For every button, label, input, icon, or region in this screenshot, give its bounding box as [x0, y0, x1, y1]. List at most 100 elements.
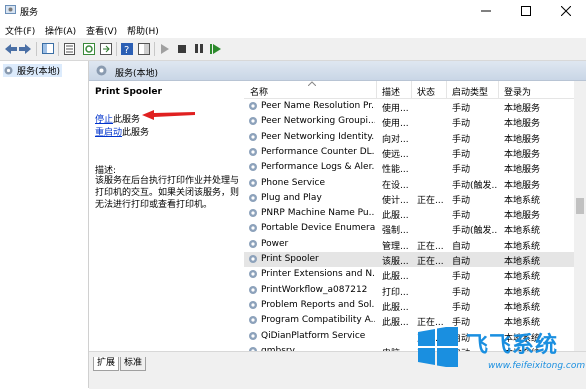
- service-logon-cell: 本地服务: [504, 180, 541, 191]
- service-gear-icon: [249, 178, 257, 187]
- properties-button[interactable]: [63, 42, 76, 55]
- help-icon: ?: [120, 42, 133, 55]
- menu-view[interactable]: 查看(V): [86, 24, 117, 37]
- services-gear-icon: [96, 65, 107, 76]
- column-separator[interactable]: [446, 81, 447, 98]
- menu-file[interactable]: 文件(F): [5, 24, 35, 37]
- restart-icon: [210, 43, 221, 54]
- service-logon-cell: 本地服务: [504, 119, 541, 130]
- service-row[interactable]: PrintWorkflow_a087212 打印... 手动 本地系统: [244, 283, 574, 298]
- service-gear-icon: [249, 163, 257, 172]
- start-service-button[interactable]: [158, 42, 171, 55]
- services-gear-icon: [4, 66, 13, 75]
- column-separator[interactable]: [376, 81, 377, 98]
- forward-arrow-icon: [18, 43, 31, 54]
- service-name-cell: Portable Device Enumera...: [261, 223, 375, 234]
- service-gear-icon: [249, 102, 257, 110]
- forward-button[interactable]: [18, 42, 31, 55]
- service-row[interactable]: Peer Name Resolution Pr... 使用... 手动 本地服务: [244, 99, 574, 114]
- service-status-cell: 正在...: [417, 195, 444, 206]
- column-status[interactable]: 状态: [417, 85, 435, 98]
- service-startup-cell: 手动: [452, 134, 471, 145]
- column-startup-type[interactable]: 启动类型: [452, 85, 488, 98]
- console-tree-button[interactable]: [41, 42, 54, 55]
- service-status-cell: 正在...: [417, 257, 444, 267]
- service-startup-cell: 自动: [452, 257, 471, 267]
- stop-service-button[interactable]: [175, 42, 188, 55]
- column-separator[interactable]: [411, 81, 412, 98]
- service-gear-icon: [249, 147, 257, 156]
- service-logon-cell: 本地服务: [504, 134, 541, 145]
- tab-standard[interactable]: 标准: [120, 357, 147, 371]
- column-logon-as[interactable]: 登录为: [504, 85, 531, 98]
- service-row[interactable]: Plug and Play 使计... 正在... 手动 本地系统: [244, 191, 574, 206]
- back-arrow-icon: [4, 43, 17, 54]
- menu-action[interactable]: 操作(A): [45, 24, 76, 37]
- pause-service-button[interactable]: [192, 42, 205, 55]
- service-row[interactable]: Problem Reports and Sol... 此服... 手动 本地系统: [244, 298, 574, 313]
- service-row[interactable]: Performance Logs & Aler... 性能... 手动 本地服务: [244, 160, 574, 175]
- close-button[interactable]: [546, 0, 586, 21]
- export-list-button[interactable]: [99, 42, 112, 55]
- restart-service-button[interactable]: [209, 42, 222, 55]
- stop-service-link[interactable]: 停止: [95, 115, 113, 125]
- service-gear-icon: [249, 209, 257, 218]
- service-name-cell: PrintWorkflow_a087212: [261, 284, 368, 295]
- toolbar-separator: [116, 42, 117, 56]
- service-logon-cell: 本地系统: [504, 241, 541, 252]
- column-description[interactable]: 描述: [382, 85, 400, 98]
- service-startup-cell: 手动: [452, 302, 471, 313]
- service-gear-icon: [249, 270, 257, 279]
- service-startup-cell: 自动: [452, 241, 471, 252]
- service-row[interactable]: Power 管理... 正在... 自动 本地系统: [244, 237, 574, 252]
- column-name[interactable]: 名称: [250, 85, 268, 98]
- service-row[interactable]: PNRP Machine Name Pu... 此服... 手动 本地服务: [244, 206, 574, 221]
- service-logon-cell: 本地服务: [504, 104, 541, 114]
- refresh-button[interactable]: [82, 42, 95, 55]
- services-app-icon: [5, 5, 16, 14]
- service-row[interactable]: Portable Device Enumera... 强制... 手动(触发... 本…: [244, 221, 574, 236]
- service-row[interactable]: Printer Extensions and N... 此服... 手动 本地系统: [244, 267, 574, 282]
- service-name-cell: QiDianPlatform Service: [261, 330, 366, 341]
- service-name-cell: Plug and Play: [261, 192, 322, 203]
- service-desc-cell: 此服...: [382, 302, 409, 313]
- vertical-scrollbar[interactable]: [574, 81, 586, 351]
- service-row[interactable]: Peer Networking Groupi... 使用... 手动 本地服务: [244, 114, 574, 129]
- scrollbar-thumb[interactable]: [576, 198, 584, 214]
- service-gear-icon: [249, 224, 257, 233]
- menu-help[interactable]: 帮助(H): [127, 24, 159, 37]
- menu-bar: 文件(F) 操作(A) 查看(V) 帮助(H): [0, 21, 586, 38]
- maximize-button[interactable]: [506, 0, 546, 21]
- watermark-url: www.feifeixitong.com: [488, 361, 586, 371]
- service-desc-cell: 使用...: [382, 119, 409, 130]
- service-startup-cell: 手动: [452, 272, 471, 283]
- tree-item-services-local[interactable]: 服务(本地): [3, 64, 63, 77]
- service-row[interactable]: Performance Counter DL... 使远... 手动 本地服务: [244, 145, 574, 160]
- service-desc-cell: 强制...: [382, 226, 409, 237]
- tree-item-label: 服务(本地): [17, 67, 61, 77]
- service-name-cell: Power: [261, 238, 289, 249]
- services-list: 名称 描述 状态 启动类型 登录为 Peer Name Resolution P…: [244, 81, 574, 351]
- column-header-row: 名称 描述 状态 启动类型 登录为: [244, 81, 574, 99]
- properties-icon: [64, 42, 75, 55]
- selected-service-name: Print Spooler: [95, 87, 162, 97]
- service-row[interactable]: Peer Networking Identity... 向对... 手动 本地服务: [244, 130, 574, 145]
- windows-logo-icon: [418, 327, 458, 367]
- description-text: 该服务在后台执行打印作业并处理与打印机的交互。如果关闭该服务，则无法进行打印或查…: [95, 176, 240, 210]
- play-icon: [160, 43, 169, 54]
- help-button[interactable]: ?: [120, 42, 133, 55]
- service-name-cell: Phone Service: [261, 177, 326, 188]
- minimize-button[interactable]: [466, 0, 506, 21]
- back-button[interactable]: [4, 42, 17, 55]
- column-separator[interactable]: [498, 81, 499, 98]
- toolbar-separator: [154, 42, 155, 56]
- service-row[interactable]: Phone Service 在设... 手动(触发... 本地服务: [244, 176, 574, 191]
- tab-extended[interactable]: 扩展: [93, 357, 120, 371]
- service-row[interactable]: Print Spooler 该服... 正在... 自动 本地系统: [244, 252, 574, 268]
- service-logon-cell: 本地系统: [504, 195, 541, 206]
- watermark: 飞飞系统 www.feifeixitong.com: [414, 321, 586, 388]
- show-hide-pane-button[interactable]: [137, 42, 150, 55]
- export-list-icon: [99, 42, 112, 55]
- restart-service-link[interactable]: 重启动: [95, 128, 122, 138]
- title-bar: 服务: [0, 0, 586, 21]
